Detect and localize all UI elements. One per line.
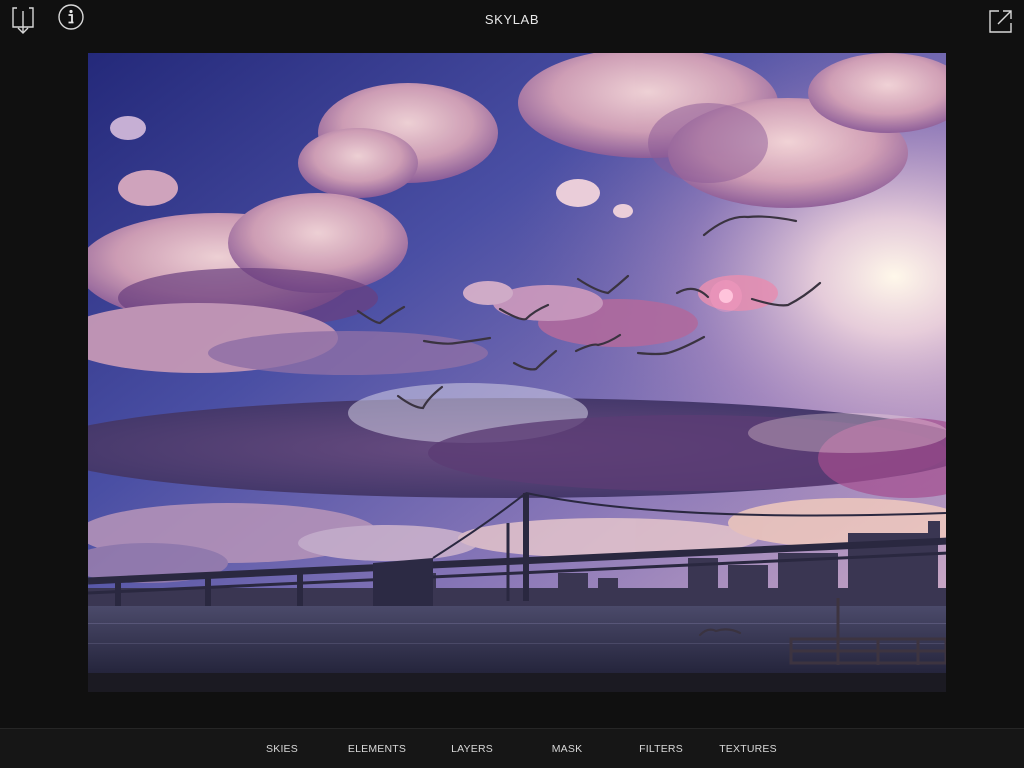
photo-canvas[interactable] (88, 53, 946, 692)
bottom-toolbar: SKIES ELEMENTS LAYERS MASK FILTERS TEXTU… (0, 728, 1024, 768)
tab-filters[interactable]: FILTERS (639, 743, 683, 755)
tab-skies[interactable]: SKIES (266, 743, 298, 755)
app-title: SKYLAB (484, 12, 540, 27)
tab-mask[interactable]: MASK (552, 743, 583, 755)
tab-textures[interactable]: TEXTURES (719, 743, 777, 755)
tab-elements[interactable]: ELEMENTS (348, 743, 406, 755)
share-icon[interactable] (988, 8, 1014, 34)
top-bar: SKYLAB (0, 0, 1024, 40)
skylab-app: SKYLAB SKIES ELEMENTS LAYERS MASK FILTER… (0, 0, 1024, 768)
photo-image (88, 53, 946, 692)
tab-layers[interactable]: LAYERS (451, 743, 493, 755)
